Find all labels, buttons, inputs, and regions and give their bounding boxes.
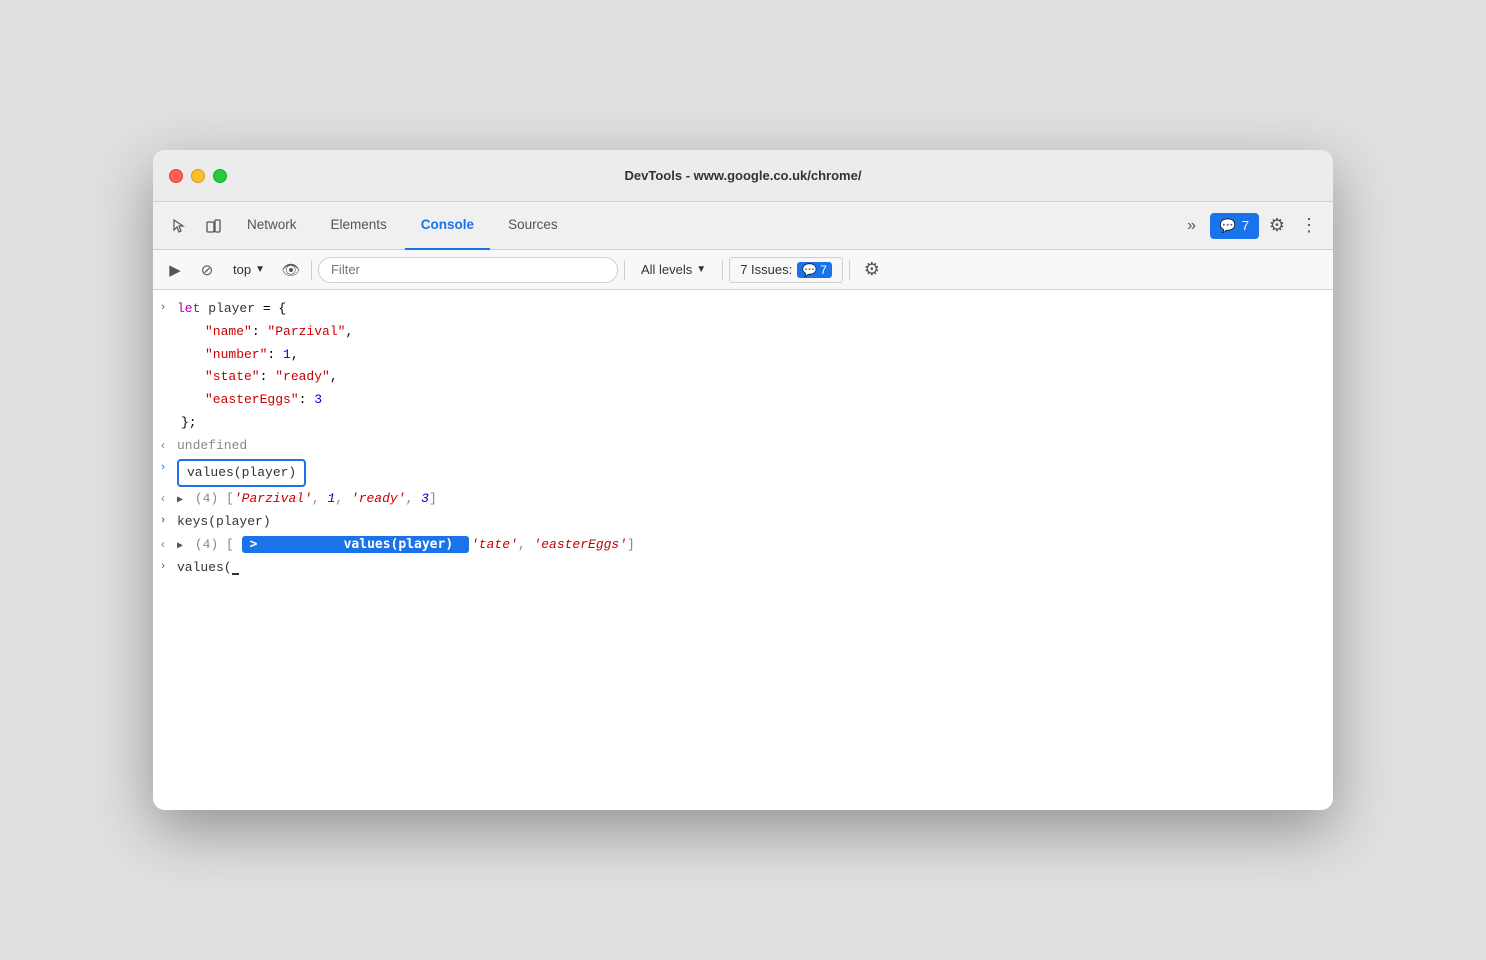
filter-input[interactable] [318, 257, 618, 283]
console-input-values: › values(player) [153, 458, 1333, 489]
expand-arrow-blue[interactable]: › [153, 460, 173, 478]
expand-arrow[interactable]: › [153, 300, 173, 318]
console-input-typing: › values( [153, 557, 1333, 580]
message-icon: 💬 [1220, 218, 1236, 234]
tabs-bar: Network Elements Console Sources » 💬 7 ⚙… [153, 202, 1333, 250]
line-text: undefined [173, 436, 1325, 457]
inspect-element-button[interactable] [163, 210, 195, 242]
console-content: › let player = { "name": "Parzival", "nu… [153, 290, 1333, 810]
console-line: "name": "Parzival", [153, 321, 1333, 344]
expand-triangle[interactable]: ▶ [177, 495, 183, 506]
message-icon-small: 💬 [802, 263, 817, 277]
minimize-button[interactable] [191, 169, 205, 183]
separator2 [624, 260, 625, 280]
title-bar: DevTools - www.google.co.uk/chrome/ [153, 150, 1333, 202]
maximize-button[interactable] [213, 169, 227, 183]
more-options-button[interactable]: ⋮ [1295, 210, 1323, 242]
line-text: keys(player) [173, 512, 1325, 533]
line-text: values(player) [173, 459, 1325, 488]
tab-elements[interactable]: Elements [315, 202, 403, 250]
expand-arrow[interactable]: › [153, 559, 173, 577]
console-toolbar: ▶ ⊘ top ▼ 👁 All levels ▼ 7 Issues: 💬 7 [153, 250, 1333, 290]
console-line: }; [153, 412, 1333, 435]
line-text: }; [173, 413, 1325, 434]
devtools-window: DevTools - www.google.co.uk/chrome/ Netw… [153, 150, 1333, 810]
issues-badge-button[interactable]: 💬 7 [1210, 213, 1259, 239]
output-arrow: ‹ [153, 490, 173, 509]
dropdown-arrow-icon: ▼ [255, 264, 265, 275]
settings-button[interactable]: ⚙ [1261, 210, 1293, 242]
expand-arrow[interactable]: › [153, 513, 173, 531]
device-toolbar-button[interactable] [197, 210, 229, 242]
cursor-icon [171, 218, 187, 234]
window-title: DevTools - www.google.co.uk/chrome/ [625, 168, 862, 183]
device-icon [205, 218, 221, 234]
console-line: ‹ ▶ (4) ['Parzival', 1, 'ready', 3] [153, 488, 1333, 511]
execute-button[interactable]: ▶ [161, 256, 189, 284]
line-text: ▶ (4) ['Parzival', 1, 'ready', 3] [173, 489, 1325, 510]
tab-network[interactable]: Network [231, 202, 313, 250]
console-line: › let player = { [153, 298, 1333, 321]
separator4 [849, 260, 850, 280]
log-levels-button[interactable]: All levels ▼ [631, 258, 716, 281]
highlighted-command[interactable]: values(player) [177, 459, 306, 488]
line-text: values( [173, 558, 1325, 579]
eye-button[interactable]: 👁 [277, 256, 305, 284]
output-arrow: ‹ [153, 536, 173, 555]
issues-button[interactable]: 7 Issues: 💬 7 [729, 257, 843, 283]
close-button[interactable] [169, 169, 183, 183]
console-line: "number": 1, [153, 344, 1333, 367]
console-output-with-autocomplete: ‹ ▶ (4) [ > values(player) 'tate', 'east… [153, 534, 1333, 557]
console-line: ‹ undefined [153, 435, 1333, 458]
levels-arrow-icon: ▼ [696, 264, 706, 275]
line-text: let player = { [173, 299, 1325, 320]
line-text: ▶ (4) [ > values(player) 'tate', 'easter… [173, 535, 1325, 556]
console-line: "state": "ready", [153, 366, 1333, 389]
traffic-lights [169, 169, 227, 183]
expand-triangle[interactable]: ▶ [177, 541, 183, 552]
issues-badge: 💬 7 [797, 262, 832, 278]
more-tabs-button[interactable]: » [1176, 210, 1208, 242]
console-settings-button[interactable]: ⚙ [856, 254, 888, 286]
line-text: "name": "Parzival", [173, 322, 1325, 343]
cursor [232, 562, 239, 575]
eye-icon: 👁 [281, 261, 300, 279]
tab-console[interactable]: Console [405, 202, 490, 250]
output-arrow: ‹ [153, 437, 173, 456]
line-text: "number": 1, [173, 345, 1325, 366]
separator3 [722, 260, 723, 280]
context-selector[interactable]: top ▼ [225, 259, 273, 280]
tab-sources[interactable]: Sources [492, 202, 574, 250]
console-line: "easterEggs": 3 [153, 389, 1333, 412]
clear-console-button[interactable]: ⊘ [193, 256, 221, 284]
separator [311, 260, 312, 280]
line-text: "easterEggs": 3 [173, 390, 1325, 411]
console-line: › keys(player) [153, 511, 1333, 534]
line-text: "state": "ready", [173, 367, 1325, 388]
